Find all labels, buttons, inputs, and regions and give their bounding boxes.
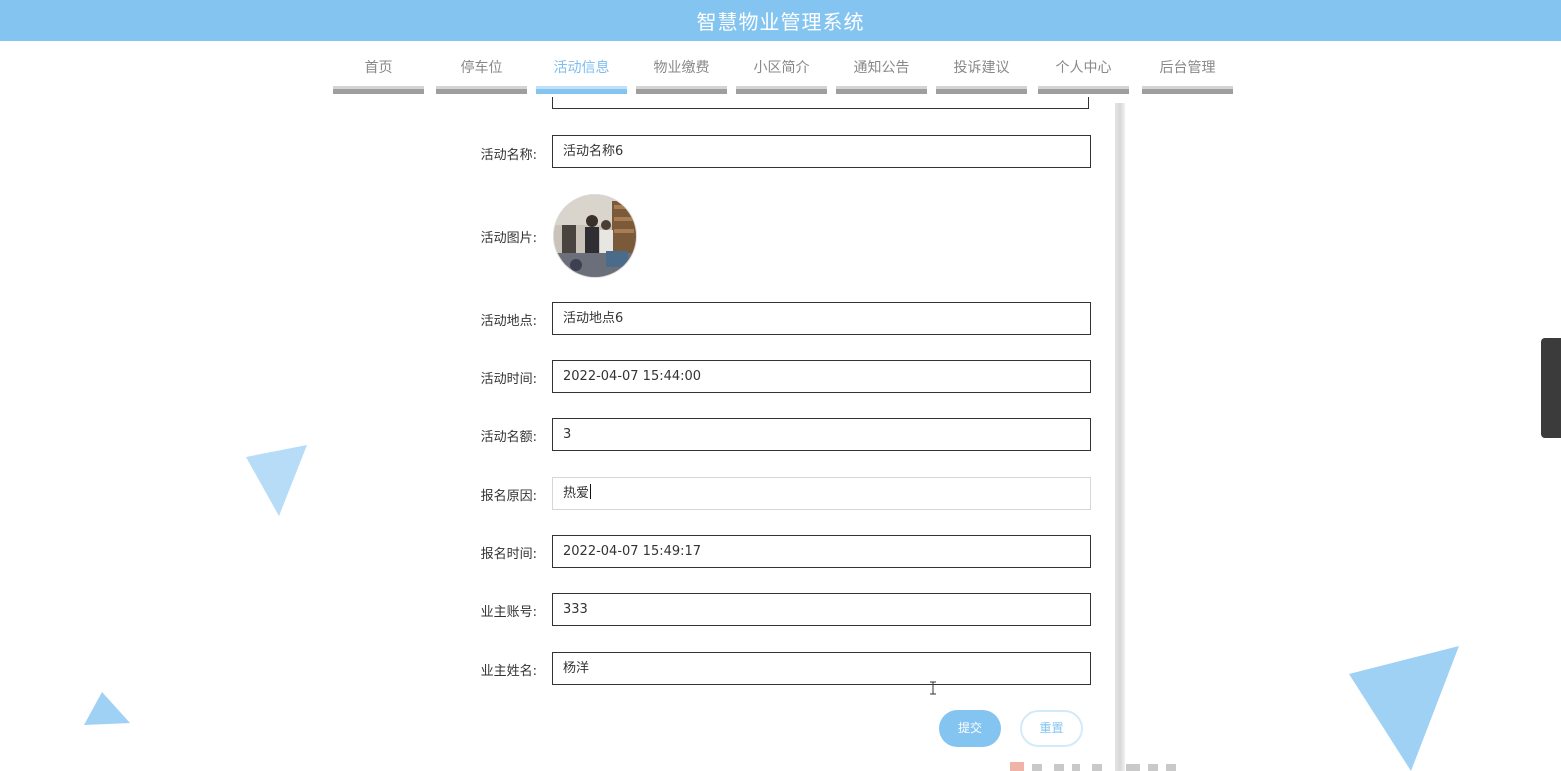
owner-account-label: 业主账号: <box>480 605 537 620</box>
text-cursor-icon <box>930 681 936 695</box>
signup-time-label: 报名时间: <box>480 547 537 562</box>
nav-item-label: 物业缴费 <box>653 60 710 76</box>
signup-time-input[interactable]: 2022-04-07 15:49:17 <box>552 535 1091 568</box>
nav-item-label: 后台管理 <box>1159 60 1216 76</box>
nav-item-property-fee[interactable]: 物业缴费 <box>636 56 727 94</box>
side-floating-handle[interactable] <box>1541 338 1561 438</box>
nav-item-complaints[interactable]: 投诉建议 <box>936 56 1027 94</box>
nav-item-label: 停车位 <box>460 60 503 76</box>
reset-button[interactable]: 重置 <box>1020 710 1083 747</box>
text-caret <box>590 484 592 499</box>
main-nav: 首页 停车位 活动信息 物业缴费 小区简介 通知公告 投诉建议 个人中心 后台管… <box>0 56 1561 96</box>
ime-toolbar-icon <box>1010 762 1176 771</box>
nav-item-underline <box>736 86 827 94</box>
activity-photo <box>554 195 636 277</box>
nav-item-home[interactable]: 首页 <box>333 56 424 94</box>
decorative-triangle <box>246 445 307 516</box>
activity-name-input[interactable]: 活动名称6 <box>552 135 1091 168</box>
nav-item-underline <box>436 86 527 94</box>
content-scroll-edge <box>1115 103 1125 771</box>
activity-image-label: 活动图片: <box>480 231 537 246</box>
nav-item-underline <box>936 86 1027 94</box>
activity-name-label: 活动名称: <box>480 148 537 163</box>
owner-name-input[interactable]: 杨洋 <box>552 652 1091 685</box>
decorative-triangle <box>84 692 130 725</box>
activity-location-input[interactable]: 活动地点6 <box>552 302 1091 335</box>
activity-image[interactable] <box>553 194 637 278</box>
nav-item-personal-center[interactable]: 个人中心 <box>1038 56 1129 94</box>
page: 智慧物业管理系统 首页 停车位 活动信息 物业缴费 小区简介 通知公告 投诉建议 <box>0 0 1561 771</box>
nav-item-underline <box>536 86 627 94</box>
top-header: 智慧物业管理系统 <box>0 0 1561 41</box>
nav-item-label: 个人中心 <box>1055 60 1112 76</box>
nav-item-label: 通知公告 <box>853 60 910 76</box>
signup-reason-value: 热爱 <box>563 486 590 501</box>
decorative-triangle <box>1349 646 1459 771</box>
owner-name-label: 业主姓名: <box>480 664 537 679</box>
nav-item-label: 投诉建议 <box>953 60 1010 76</box>
nav-item-notices[interactable]: 通知公告 <box>836 56 927 94</box>
owner-account-input[interactable]: 333 <box>552 593 1091 626</box>
activity-time-label: 活动时间: <box>480 372 537 387</box>
nav-item-community-intro[interactable]: 小区简介 <box>736 56 827 94</box>
activity-quota-input[interactable]: 3 <box>552 418 1091 451</box>
nav-item-underline <box>1142 86 1233 94</box>
nav-item-activities[interactable]: 活动信息 <box>536 56 627 94</box>
activity-quota-label: 活动名额: <box>480 430 537 445</box>
signup-reason-label: 报名原因: <box>480 489 537 504</box>
nav-item-underline <box>333 86 424 94</box>
nav-item-underline <box>836 86 927 94</box>
activity-location-label: 活动地点: <box>480 314 537 329</box>
nav-item-parking[interactable]: 停车位 <box>436 56 527 94</box>
nav-item-admin[interactable]: 后台管理 <box>1142 56 1233 94</box>
nav-item-underline <box>1038 86 1129 94</box>
nav-item-label: 活动信息 <box>553 60 610 76</box>
nav-item-underline <box>636 86 727 94</box>
nav-item-label: 首页 <box>364 60 393 76</box>
nav-item-label: 小区简介 <box>753 60 810 76</box>
signup-reason-input[interactable]: 热爱 <box>552 477 1091 510</box>
submit-button[interactable]: 提交 <box>939 710 1001 747</box>
scrolled-input-edge <box>552 97 1089 109</box>
activity-time-input[interactable]: 2022-04-07 15:44:00 <box>552 360 1091 393</box>
site-title: 智慧物业管理系统 <box>696 10 865 34</box>
